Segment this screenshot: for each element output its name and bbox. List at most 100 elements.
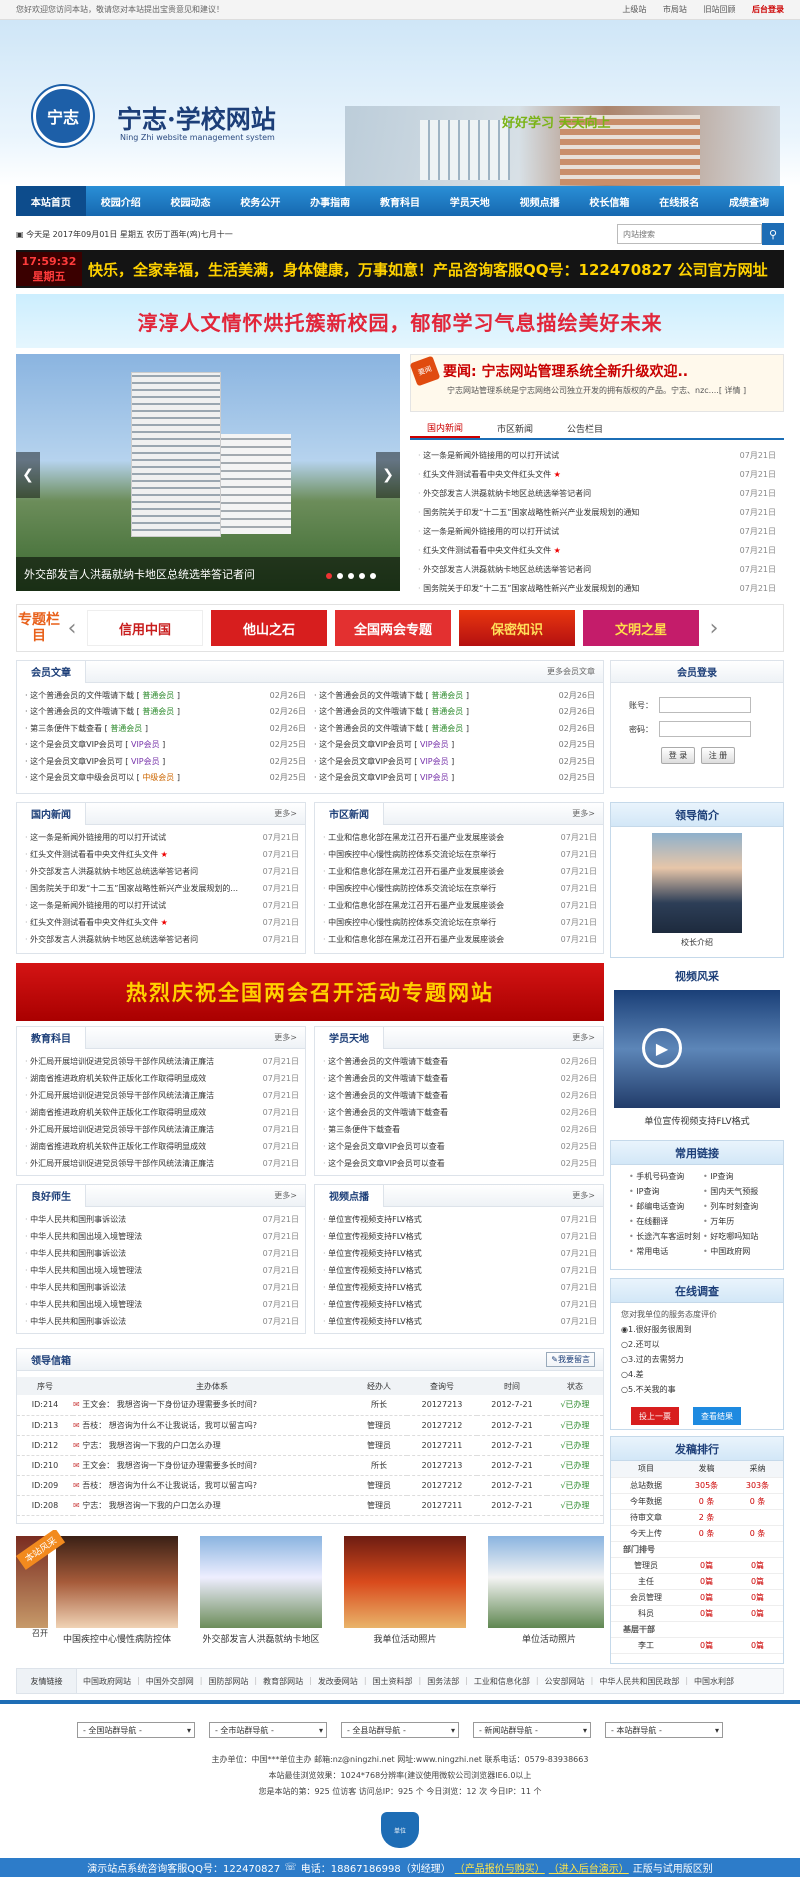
list-item-title[interactable]: 这个是会员文章VIP会员可以查看 — [323, 1141, 445, 1152]
mailbox-row[interactable]: ID:210 ✉ 王文会： 我想咨询一下身份证办理需要多长时间? 所长 2012721… — [17, 1455, 603, 1476]
member-item[interactable]: · 这个普通会员的文件哦请下载 [ 普通会员 ] 02月26日 — [21, 704, 310, 721]
slider-next-arrow[interactable]: ❯ — [376, 452, 400, 498]
leader-caption[interactable]: 校长介绍 — [611, 937, 783, 948]
search-button[interactable]: ⚲ — [762, 223, 784, 245]
list-item[interactable]: 湖南省推进政府机关软件正版化工作取得明显成效 07月21日 — [17, 1138, 305, 1155]
list-item-title[interactable]: 单位宣传视频支持FLV格式 — [323, 1248, 422, 1259]
member-more[interactable]: 更多会员文章 — [547, 666, 595, 677]
mail-subject[interactable]: ✉ 王文会： 我想咨询一下身份证办理需要多长时间? — [73, 1455, 351, 1476]
survey-option[interactable]: ○ 5.不关我的事 — [621, 1382, 773, 1397]
friend-link[interactable]: 工业和信息化部 — [474, 1676, 530, 1687]
video-list-more[interactable]: 更多> — [572, 1190, 595, 1201]
quick-link[interactable]: 列车时刻查询 — [703, 1201, 777, 1212]
result-button[interactable]: 查看结果 — [693, 1407, 741, 1425]
list-item[interactable]: 红头文件测试看看中央文件红头文件 ★ 07月21日 — [17, 846, 305, 863]
member-item[interactable]: · 这个普通会员的文件哦请下载 [ 普通会员 ] 02月26日 — [310, 704, 599, 721]
list-item-title[interactable]: 中华人民共和国刑事诉讼法 — [25, 1282, 126, 1293]
list-item[interactable]: 外交部发言人洪磊就纳卡地区总统选举答记者问 07月21日 — [17, 863, 305, 880]
list-item-title[interactable]: 这个普通会员的文件哦请下载查看 — [323, 1090, 448, 1101]
username-input[interactable] — [659, 697, 751, 713]
member-level-tag[interactable]: 普通会员 — [431, 724, 463, 733]
member-level-tag[interactable]: VIP会员 — [420, 773, 449, 782]
mail-question[interactable]: 想咨询为什么不让我说话，我可以留言吗? — [109, 1421, 257, 1430]
list-item-title[interactable]: 第三条便件下载查看 — [323, 1124, 400, 1135]
image-slider[interactable]: ❮ ❯ 外交部发言人洪磊就纳卡地区总统选举答记者问 — [16, 354, 400, 591]
nav-video[interactable]: 视频点播 — [505, 186, 575, 216]
leave-message-button[interactable]: ✎我要留言 — [546, 1352, 595, 1367]
member-item-title[interactable]: 这个是会员文章中级会员可以 — [30, 773, 134, 782]
vote-button[interactable]: 投上一票 — [631, 1407, 679, 1425]
special-lianghui[interactable]: 全国两会专题 — [335, 610, 451, 646]
nav-signup[interactable]: 在线报名 — [644, 186, 714, 216]
special-next-icon[interactable]: › — [703, 616, 725, 641]
news-item-title[interactable]: 国务院关于印发“十二五”国家战略性新兴产业发展规划的通知 — [418, 507, 639, 518]
mail-subject[interactable]: ✉ 王文会： 我想咨询一下身份证办理需要多长时间? — [73, 1395, 351, 1416]
member-level-tag[interactable]: VIP会员 — [131, 757, 160, 766]
friend-link[interactable]: 中国水利部 — [694, 1676, 734, 1687]
list-item[interactable]: 中华人民共和国刑事诉讼法 07月21日 — [17, 1279, 305, 1296]
list-item-title[interactable]: 中华人民共和国出境入境管理法 — [25, 1231, 142, 1242]
teacher-more[interactable]: 更多> — [274, 1190, 297, 1201]
radio-icon[interactable]: ○ — [621, 1385, 628, 1394]
member-level-tag[interactable]: 普通会员 — [431, 691, 463, 700]
list-item[interactable]: 单位宣传视频支持FLV格式 07月21日 — [315, 1279, 603, 1296]
list-item[interactable]: 中国疾控中心慢性病防控体系交流论坛在京举行 07月21日 — [315, 880, 603, 897]
list-item[interactable]: 单位宣传视频支持FLV格式 07月21日 — [315, 1262, 603, 1279]
news-item-title[interactable]: 外交部发言人洪磊就纳卡地区总统选举答记者问 — [418, 564, 591, 575]
list-item-title[interactable]: 外交部发言人洪磊就纳卡地区总统选举答记者问 — [25, 866, 198, 877]
link-old-site[interactable]: 旧站回顾 — [703, 5, 735, 14]
link-version-diff[interactable]: 正版与试用版区别 — [633, 1860, 713, 1875]
friend-link[interactable]: 公安部网站 — [545, 1676, 585, 1687]
list-item-title[interactable]: 工业和信息化部在黑龙江召开石墨产业发展座谈会 — [323, 866, 504, 877]
list-item-title[interactable]: 这个普通会员的文件哦请下载查看 — [323, 1073, 448, 1084]
member-item-title[interactable]: 这个是会员文章VIP会员可 — [30, 757, 123, 766]
video-caption[interactable]: 单位宣传视频支持FLV格式 — [610, 1114, 784, 1127]
mail-subject[interactable]: ✉ 宁志： 我想咨询一下我的户口怎么办理 — [73, 1495, 351, 1516]
list-item[interactable]: 这个普通会员的文件哦请下载查看 02月26日 — [315, 1104, 603, 1121]
nav-subjects[interactable]: 教育科目 — [365, 186, 435, 216]
member-item[interactable]: · 这个是会员文章中级会员可以 [ 中级会员 ] 02月25日 — [21, 770, 310, 787]
nav-news[interactable]: 校园动态 — [156, 186, 226, 216]
mailbox-row[interactable]: ID:208 ✉ 宁志： 我想咨询一下我的户口怎么办理 管理员 20127211 201… — [17, 1495, 603, 1516]
news-item-title[interactable]: 红头文件测试看看中央文件红头文件 ★ — [418, 469, 561, 480]
news-item-title[interactable]: 这一条是新闻外链接用的可以打开试试 — [418, 526, 559, 537]
list-item[interactable]: 这个是会员文章VIP会员可以查看 02月25日 — [315, 1138, 603, 1155]
special-prev-icon[interactable]: ‹ — [61, 616, 83, 641]
list-item-title[interactable]: 中国疾控中心慢性病防控体系交流论坛在京举行 — [323, 917, 496, 928]
mailbox-row[interactable]: ID:213 ✉ 吾枝： 想咨询为什么不让我说话，我可以留言吗? 管理员 201272… — [17, 1415, 603, 1436]
list-item[interactable]: 外汇局开展培训促进党员领导干部作风统法清正廉洁 07月21日 — [17, 1087, 305, 1104]
mail-question[interactable]: 想咨询为什么不让我说话，我可以留言吗? — [109, 1481, 257, 1490]
list-item[interactable]: 外汇局开展培训促进党员领导干部作风统法清正廉洁 07月21日 — [17, 1053, 305, 1070]
list-item[interactable]: 国务院关于印发“十二五”国家战略性新兴产业发展规划的... 07月21日 — [17, 880, 305, 897]
member-level-tag[interactable]: VIP会员 — [420, 757, 449, 766]
photo-item[interactable]: 中国疾控中心慢性病防控体 — [56, 1536, 178, 1648]
news-item[interactable]: 红头文件测试看看中央文件红头文件 ★ 07月21日 — [410, 541, 784, 560]
list-item[interactable]: 中国疾控中心慢性病防控体系交流论坛在京举行 07月21日 — [315, 914, 603, 931]
list-item[interactable]: 工业和信息化部在黑龙江召开石墨产业发展座谈会 07月21日 — [315, 897, 603, 914]
list-item-title[interactable]: 单位宣传视频支持FLV格式 — [323, 1316, 422, 1327]
mail-question[interactable]: 我想咨询一下身份证办理需要多长时间? — [117, 1461, 257, 1470]
list-item[interactable]: 湖南省推进政府机关软件正版化工作取得明显成效 07月21日 — [17, 1104, 305, 1121]
list-item[interactable]: 中华人民共和国出境入境管理法 07月21日 — [17, 1296, 305, 1313]
list-item-title[interactable]: 单位宣传视频支持FLV格式 — [323, 1282, 422, 1293]
nav-intro[interactable]: 校园介绍 — [86, 186, 156, 216]
list-item[interactable]: 这个普通会员的文件哦请下载查看 02月26日 — [315, 1070, 603, 1087]
slider-dot[interactable] — [348, 573, 354, 579]
list-item[interactable]: 这一条是新闻外链接用的可以打开试试 07月21日 — [17, 897, 305, 914]
list-item-title[interactable]: 这个普通会员的文件哦请下载查看 — [323, 1056, 448, 1067]
list-item[interactable]: 这个是会员文章VIP会员可以查看 02月25日 — [315, 1155, 603, 1172]
link-parent-site[interactable]: 上级站 — [622, 5, 646, 14]
member-item-title[interactable]: 这个是会员文章VIP会员可 — [319, 740, 412, 749]
register-button[interactable]: 注 册 — [701, 747, 735, 764]
headline-desc[interactable]: 宁志网站管理系统是宁志网络公司独立开发的拥有版权的产品。宁志、nzc....[ … — [447, 385, 746, 396]
list-item[interactable]: 这一条是新闻外链接用的可以打开试试 07月21日 — [17, 829, 305, 846]
news-item[interactable]: 国务院关于印发“十二五”国家战略性新兴产业发展规划的通知 07月21日 — [410, 579, 784, 598]
list-item[interactable]: 中国疾控中心慢性病防控体系交流论坛在京举行 07月21日 — [315, 846, 603, 863]
list-item[interactable]: 工业和信息化部在黑龙江召开石墨产业发展座谈会 07月21日 — [315, 829, 603, 846]
member-item[interactable]: · 这个普通会员的文件哦请下载 [ 普通会员 ] 02月26日 — [310, 687, 599, 704]
mailbox-row[interactable]: ID:212 ✉ 宁志： 我想咨询一下我的户口怎么办理 管理员 20127211 201… — [17, 1435, 603, 1456]
slider-dot[interactable] — [337, 573, 343, 579]
list-item[interactable]: 外交部发言人洪磊就纳卡地区总统选举答记者问 07月21日 — [17, 931, 305, 948]
quick-link[interactable]: IP查询 — [629, 1186, 703, 1197]
students-more[interactable]: 更多> — [572, 1032, 595, 1043]
